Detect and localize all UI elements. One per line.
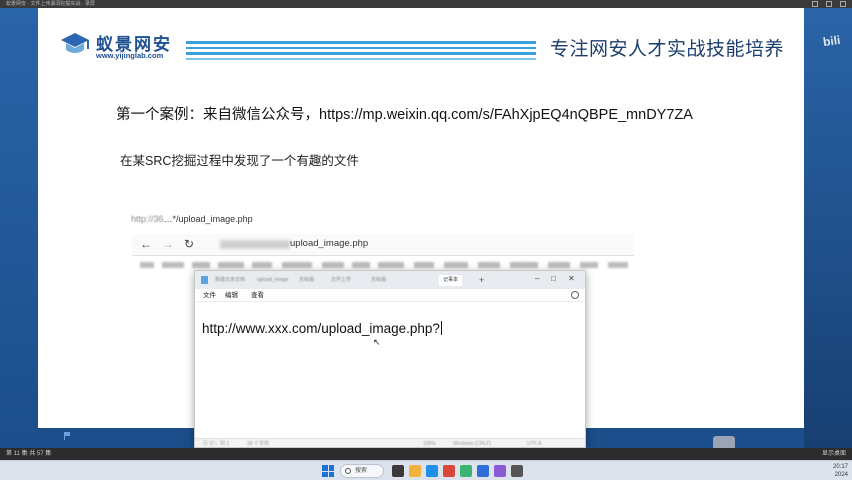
- close-icon[interactable]: [840, 1, 846, 7]
- maximize-icon[interactable]: [826, 1, 832, 7]
- notepad-tab[interactable]: upload_image: [257, 275, 288, 286]
- status-char-count: 38 个字符: [247, 441, 269, 447]
- mouse-pointer-icon: ↖: [373, 337, 381, 347]
- status-encoding: UTF-8: [527, 441, 542, 447]
- right-background-strip: bili: [804, 8, 852, 448]
- recorder-title: 蚁景网安 · 文件上传漏洞挖掘实战 · 录屏: [6, 1, 95, 7]
- notepad-tab-active[interactable]: 记事本: [439, 275, 463, 286]
- notepad-app-icon: [201, 276, 208, 284]
- recorder-status-right[interactable]: 显示桌面: [822, 448, 846, 460]
- case-source-line: 第一个案例：来自微信公众号，https://mp.weixin.qq.com/s…: [116, 107, 693, 123]
- taskbar-search[interactable]: 搜索: [340, 464, 384, 478]
- header-rule: [186, 47, 536, 49]
- presentation-slide: 蚁景网安 www.yijinglab.com 专注网安人才实战技能培养 第一个案…: [38, 8, 804, 448]
- recorder-titlebar: 蚁景网安 · 文件上传漏洞挖掘实战 · 录屏: [0, 0, 852, 8]
- bookmark-item[interactable]: [192, 262, 210, 268]
- search-icon: [345, 468, 351, 474]
- bookmark-item[interactable]: [378, 262, 404, 268]
- app-icon-dark[interactable]: [511, 465, 523, 477]
- notepad-tab-strip: 新建文本文档 upload_image 无标题 文件上传 无标题 记事本 + –…: [195, 271, 585, 289]
- taskbar: 搜索 20:17 2024: [0, 460, 852, 480]
- tray-date: 2024: [834, 472, 848, 478]
- app-icon-purple[interactable]: [494, 465, 506, 477]
- bookmark-item[interactable]: [608, 262, 628, 268]
- notepad-window: 新建文本文档 upload_image 无标题 文件上传 无标题 记事本 + –…: [194, 270, 586, 448]
- bookmark-item[interactable]: [252, 262, 272, 268]
- bookmark-item[interactable]: [140, 262, 154, 268]
- bilibili-watermark: bili: [821, 32, 841, 50]
- address-bar-text[interactable]: upload_image.php: [290, 238, 368, 249]
- bookmark-item[interactable]: [444, 262, 468, 268]
- new-tab-button[interactable]: +: [479, 275, 484, 285]
- back-icon[interactable]: ←: [140, 237, 152, 251]
- windows-start-icon[interactable]: [322, 465, 334, 477]
- tray-time: 20:17: [832, 464, 848, 470]
- logo-url: www.yijinglab.com: [96, 51, 164, 60]
- left-background-strip: [0, 8, 38, 448]
- notepad-tab[interactable]: 无标题: [299, 275, 314, 286]
- logo-icon: [61, 33, 89, 53]
- recorder-status-bar: 第 11 集 共 57 集 显示桌面: [0, 448, 852, 460]
- bookmark-item[interactable]: [478, 262, 500, 268]
- maximize-icon[interactable]: □: [551, 274, 556, 284]
- notepad-content: http://www.xxx.com/upload_image.php?: [202, 321, 440, 336]
- menu-view[interactable]: 查看: [251, 291, 264, 300]
- recorder-status-left: 第 11 集 共 57 集: [6, 451, 52, 457]
- bookmark-item[interactable]: [218, 262, 244, 268]
- slide-slogan: 专注网安人才实战技能培养: [550, 39, 785, 60]
- bookmark-item[interactable]: [510, 262, 538, 268]
- bookmark-item[interactable]: [282, 262, 312, 268]
- minimize-icon[interactable]: –: [535, 274, 539, 284]
- notepad-text-area[interactable]: http://www.xxx.com/upload_image.php?: [202, 321, 442, 336]
- notepad-status-bar: 行 37，列 1 38 个字符 100% Windows (CRLF) UTF-…: [195, 438, 585, 447]
- forward-icon[interactable]: →: [162, 237, 174, 251]
- menu-edit[interactable]: 编辑: [225, 291, 238, 300]
- bookmark-item[interactable]: [352, 262, 370, 268]
- address-redacted: [220, 240, 290, 249]
- caption-url-suffix: …*/upload_image.php: [163, 214, 253, 224]
- taskbar-search-placeholder: 搜索: [355, 468, 368, 474]
- notepad-tab[interactable]: 文件上传: [331, 275, 351, 286]
- close-icon[interactable]: ✕: [568, 274, 575, 284]
- caption-url-prefix: http://36: [131, 214, 164, 224]
- system-tray-clock[interactable]: 20:17 2024: [833, 463, 848, 479]
- status-position: 行 37，列 1: [203, 441, 230, 447]
- settings-gear-icon[interactable]: [571, 291, 579, 299]
- caption-url: http://36…*/upload_image.php: [131, 214, 253, 224]
- app-icon-red[interactable]: [443, 465, 455, 477]
- recorder-window-controls: [812, 0, 846, 8]
- notepad-tab[interactable]: 新建文本文档: [215, 275, 245, 286]
- text-caret: [440, 321, 442, 335]
- minimize-icon[interactable]: [812, 1, 818, 7]
- header-rule: [186, 41, 536, 44]
- reload-icon[interactable]: ↻: [184, 237, 194, 251]
- bookmark-item[interactable]: [580, 262, 598, 268]
- bookmark-item[interactable]: [162, 262, 184, 268]
- task-view-icon[interactable]: [392, 465, 404, 477]
- app-icon-green[interactable]: [460, 465, 472, 477]
- finding-line: 在某SRC挖掘过程中发现了一个有趣的文件: [120, 154, 359, 168]
- bookmark-item[interactable]: [414, 262, 434, 268]
- bookmark-item[interactable]: [322, 262, 344, 268]
- status-zoom: 100%: [423, 441, 436, 447]
- header-rule: [186, 52, 536, 55]
- taskbar-apps: [392, 465, 523, 477]
- status-line-ending: Windows (CRLF): [453, 441, 492, 447]
- edge-browser-icon[interactable]: [426, 465, 438, 477]
- flag-icon: [64, 432, 70, 440]
- notepad-menu-bar: 文件 编辑 查看: [195, 289, 585, 302]
- notepad-tab[interactable]: 无标题: [371, 275, 386, 286]
- bookmark-item[interactable]: [548, 262, 570, 268]
- app-icon-blue[interactable]: [477, 465, 489, 477]
- file-explorer-icon[interactable]: [409, 465, 421, 477]
- header-rule: [186, 58, 536, 60]
- browser-toolbar: ← → ↻ upload_image.php: [132, 234, 634, 256]
- menu-file[interactable]: 文件: [203, 291, 216, 300]
